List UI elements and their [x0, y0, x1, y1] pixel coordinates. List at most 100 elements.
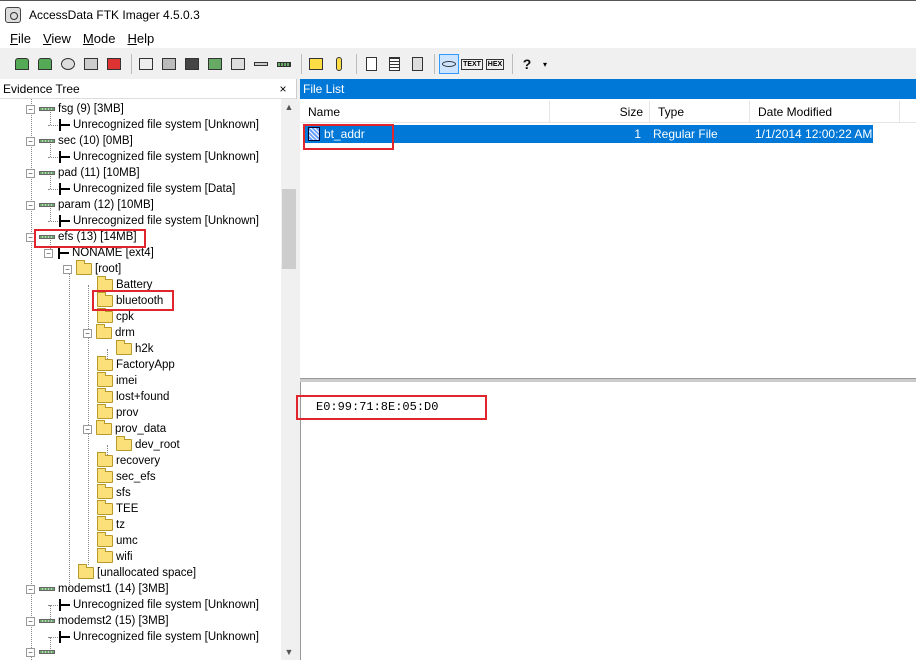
folder-icon [76, 260, 92, 275]
tree-item-partition[interactable]: − param (12) [10MB] [26, 197, 154, 213]
toolbar: TEXT HEX ? ▾ [0, 50, 916, 78]
table-row[interactable]: bt_addr 1 Regular File 1/1/2014 12:00:22… [303, 125, 873, 143]
column-size[interactable]: Size [550, 101, 650, 123]
tree-item-folder[interactable]: − prov_data [83, 420, 166, 437]
tree-item-folder[interactable]: umc [97, 532, 138, 549]
tree-item-filesystem[interactable]: Unrecognized file system [Unknown] [48, 213, 259, 229]
tree-item-partition-partial[interactable]: − [26, 647, 55, 657]
scroll-down-icon[interactable]: ▼ [281, 644, 297, 660]
tree-item-folder[interactable]: wifi [97, 548, 133, 565]
evidence-tree-title: Evidence Tree [3, 81, 80, 96]
filesystem-icon [58, 183, 70, 195]
tree-item-folder[interactable]: recovery [97, 452, 160, 469]
file-list-header: File List [300, 79, 916, 99]
folder-icon [97, 356, 113, 371]
verify-drive-icon[interactable] [274, 54, 294, 74]
filesystem-icon [58, 151, 70, 163]
hex-view-button[interactable]: HEX [485, 54, 505, 74]
tree-item-folder[interactable]: dev_root [116, 436, 180, 453]
folder-icon [97, 548, 113, 563]
folder-icon [116, 340, 132, 355]
tree-item-folder[interactable]: Battery [97, 276, 152, 293]
column-date-modified[interactable]: Date Modified [750, 101, 900, 123]
evidence-tree: − fsg (9) [3MB] Unrecognized file system … [0, 99, 281, 660]
folder-icon [116, 436, 132, 451]
tree-item-folder[interactable]: lost+found [97, 388, 169, 405]
drive-icon [39, 587, 55, 591]
tree-item-root[interactable]: − [root] [63, 260, 121, 277]
tree-item-partition[interactable]: − pad (11) [10MB] [26, 165, 140, 181]
tree-item-partition[interactable]: − modemst1 (14) [3MB] [26, 581, 169, 597]
obtain-protected-files-icon[interactable] [329, 54, 349, 74]
drive-icon [39, 619, 55, 623]
tree-item-folder-bluetooth[interactable]: bluetooth [97, 292, 163, 309]
folder-icon [97, 452, 113, 467]
column-name[interactable]: Name [300, 101, 550, 123]
text-view-button[interactable]: TEXT [461, 54, 483, 74]
tree-item-folder[interactable]: cpk [97, 308, 134, 325]
tree-scrollbar[interactable]: ▲ ▼ [281, 99, 297, 660]
tree-item-filesystem[interactable]: Unrecognized file system [Unknown] [48, 629, 259, 645]
capture-memory-icon[interactable] [306, 54, 326, 74]
hex-value-interpreter-icon[interactable] [407, 54, 427, 74]
menu-bar: File View Mode Help [0, 28, 916, 48]
folder-icon [97, 388, 113, 403]
export-hash-icon[interactable] [228, 54, 248, 74]
menu-help[interactable]: Help [121, 31, 160, 46]
remove-evidence-icon[interactable] [81, 54, 101, 74]
remove-all-evidence-icon[interactable] [104, 54, 124, 74]
folder-icon [97, 516, 113, 531]
menu-file[interactable]: File [4, 31, 37, 46]
tree-item-partition[interactable]: − modemst2 (15) [3MB] [26, 613, 169, 629]
tree-item-filesystem[interactable]: Unrecognized file system [Unknown] [48, 597, 259, 613]
file-type: Regular File [653, 127, 718, 141]
tree-item-partition[interactable]: − sec (10) [0MB] [26, 133, 133, 149]
tree-item-folder[interactable]: tz [97, 516, 125, 533]
tree-item-folder[interactable]: sec_efs [97, 468, 156, 485]
create-image-icon[interactable] [136, 54, 156, 74]
auto-view-icon[interactable] [439, 54, 459, 74]
add-evidence-icon[interactable] [12, 54, 32, 74]
window-title: AccessData FTK Imager 4.5.0.3 [29, 7, 200, 22]
tree-item-folder[interactable]: h2k [116, 340, 154, 357]
folder-icon [97, 468, 113, 483]
tree-item-folder[interactable]: TEE [97, 500, 138, 517]
export-disk-image-icon[interactable] [182, 54, 202, 74]
tree-item-filesystem[interactable]: Unrecognized file system [Unknown] [48, 149, 259, 165]
image-mounting-icon[interactable] [58, 54, 78, 74]
tree-item-folder[interactable]: − drm [83, 324, 135, 341]
close-icon[interactable]: × [276, 82, 290, 96]
save-icon[interactable] [159, 54, 179, 74]
folder-icon [97, 292, 113, 307]
export-files-icon[interactable] [205, 54, 225, 74]
help-icon[interactable]: ? [517, 54, 537, 74]
tree-item-filesystem[interactable]: Unrecognized file system [Unknown] [48, 117, 259, 133]
file-name: bt_addr [324, 127, 365, 141]
filesystem-icon [58, 631, 70, 643]
tree-item-folder[interactable]: prov [97, 404, 138, 421]
tree-item-filesystem[interactable]: Unrecognized file system [Data] [48, 181, 235, 197]
tree-item-filesystem-ext4[interactable]: − NONAME [ext4] [44, 245, 154, 261]
add-all-evidence-icon[interactable] [35, 54, 55, 74]
filesystem-icon [57, 247, 69, 259]
filesystem-icon [58, 215, 70, 227]
title-bar: AccessData FTK Imager 4.5.0.3 [0, 0, 916, 28]
tree-item-folder[interactable]: sfs [97, 484, 131, 501]
tree-item-folder[interactable]: FactoryApp [97, 356, 175, 373]
scroll-thumb[interactable] [282, 189, 296, 269]
new-document-icon[interactable] [361, 54, 381, 74]
drive-icon [39, 139, 55, 143]
menu-view[interactable]: View [37, 31, 77, 46]
folder-icon [97, 532, 113, 547]
tree-item-partition[interactable]: − fsg (9) [3MB] [26, 101, 124, 117]
tree-item-folder[interactable]: imei [97, 372, 137, 389]
tree-item-partition-efs[interactable]: − efs (13) [14MB] [26, 229, 137, 245]
export-directory-icon[interactable] [251, 54, 271, 74]
tree-item-unallocated[interactable]: [unallocated space] [78, 564, 196, 581]
column-type[interactable]: Type [650, 101, 750, 123]
properties-icon[interactable] [384, 54, 404, 74]
scroll-up-icon[interactable]: ▲ [281, 99, 297, 115]
toolbar-options-chevron-icon[interactable]: ▾ [540, 54, 550, 74]
menu-mode[interactable]: Mode [77, 31, 122, 46]
folder-icon [97, 276, 113, 291]
